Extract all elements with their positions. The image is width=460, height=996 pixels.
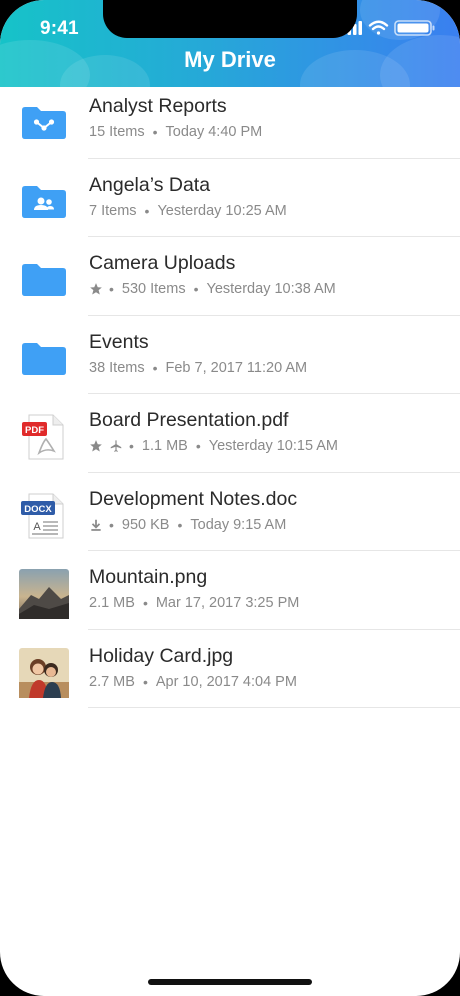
file-meta-value: Feb 7, 2017 11:20 AM [165, 359, 308, 376]
file-name: Board Presentation.pdf [89, 409, 289, 431]
file-meta-value: Today 4:40 PM [165, 124, 263, 140]
svg-text:A: A [33, 521, 41, 533]
file-list: Analyst Reports 15 Items • Today 4:40 PM Ang… [0, 80, 460, 708]
file-meta-value: Yesterday 10:25 AM [157, 202, 287, 219]
file-meta-value: 1.1 MB [141, 438, 188, 454]
file-name: Mountain.png [89, 566, 208, 588]
file-flag [89, 439, 103, 453]
file-meta-value: Yesterday 10:15 AM [208, 438, 338, 454]
file-name: Holiday Card.jpg [89, 644, 234, 667]
phone-screen: 9:41 My Drive Analyst Reports 15 Items •… [0, 0, 460, 996]
file-meta: 38 Items • Feb 7, 2017 11:20 AM [89, 359, 308, 376]
file-meta: • 1.1 MB • Yesterday 10:15 AM [89, 438, 338, 454]
file-meta: 2.7 MB • Apr 10, 2017 4:04 PM [89, 673, 297, 690]
file-meta-value: 530 Items [121, 281, 186, 297]
page-title: My Drive [184, 47, 276, 72]
status-icons [342, 19, 438, 37]
starred-icon [90, 283, 102, 295]
file-name: Camera Uploads [89, 252, 236, 274]
file-flag [109, 439, 123, 453]
shared-folder-icon [19, 98, 69, 148]
file-meta-value: Apr 10, 2017 4:04 PM [155, 673, 297, 690]
file-row[interactable]: Analyst Reports 15 Items • Today 4:40 PM [0, 80, 460, 159]
file-meta: 2.1 MB • Mar 17, 2017 3:25 PM [89, 595, 300, 611]
file-row[interactable]: PDF Board Presentation.pdf • 1.1 MB • Yesterd… [0, 394, 460, 473]
file-name: Events [89, 330, 149, 353]
row-divider [88, 707, 460, 708]
svg-text:PDF: PDF [25, 425, 44, 436]
file-row[interactable]: DOCX A Development Notes.doc • 950 KB • Today … [0, 473, 460, 551]
svg-text:DOCX: DOCX [24, 504, 52, 515]
file-row[interactable]: Angela’s Data 7 Items • Yesterday 10:25 AM [0, 159, 460, 237]
starred-icon [90, 440, 102, 452]
file-meta: • 530 Items • Yesterday 10:38 AM [89, 281, 336, 297]
file-row[interactable]: Events 38 Items • Feb 7, 2017 11:20 AM [0, 316, 460, 394]
file-meta-value: 7 Items [89, 202, 137, 219]
file-row[interactable]: Holiday Card.jpg 2.7 MB • Apr 10, 2017 4:04… [0, 630, 460, 708]
file-row[interactable]: Camera Uploads • 530 Items • Yesterday 10:38… [0, 237, 460, 316]
folder-icon [19, 255, 69, 305]
file-meta-value: 2.7 MB [89, 673, 135, 690]
file-meta-value: 950 KB [121, 516, 170, 533]
file-name: Analyst Reports [89, 95, 227, 117]
file-meta: 15 Items • Today 4:40 PM [89, 124, 263, 140]
wifi-icon [368, 20, 389, 35]
file-flag [89, 282, 103, 296]
home-indicator[interactable] [148, 979, 312, 985]
people-folder-icon [19, 177, 69, 227]
file-meta: • 950 KB • Today 9:15 AM [89, 517, 286, 533]
file-meta-value: 38 Items [89, 359, 145, 376]
mountain-thumbnail [19, 569, 69, 619]
docx-file-icon: DOCX A [19, 491, 69, 541]
pdf-file-icon: PDF [19, 412, 69, 462]
folder-icon [19, 334, 69, 384]
file-meta-value: Today 9:15 AM [190, 516, 287, 533]
photo-thumbnail [19, 647, 69, 698]
battery-icon [394, 20, 435, 36]
file-meta-value: Mar 17, 2017 3:25 PM [155, 595, 300, 611]
file-meta: 7 Items • Yesterday 10:25 AM [89, 202, 287, 219]
status-time: 9:41 [40, 18, 79, 39]
device-notch [103, 0, 357, 38]
file-row[interactable]: Mountain.png 2.1 MB • Mar 17, 2017 3:25 PM [0, 551, 460, 630]
file-name: Angela’s Data [89, 173, 211, 196]
downloaded-icon [91, 519, 101, 531]
file-meta-value: Yesterday 10:38 AM [206, 281, 336, 297]
offline-airplane-icon [110, 440, 122, 452]
file-meta-value: 2.1 MB [89, 595, 135, 611]
file-meta-value: 15 Items [89, 124, 145, 140]
file-flag [89, 518, 103, 532]
file-name: Development Notes.doc [89, 487, 298, 510]
